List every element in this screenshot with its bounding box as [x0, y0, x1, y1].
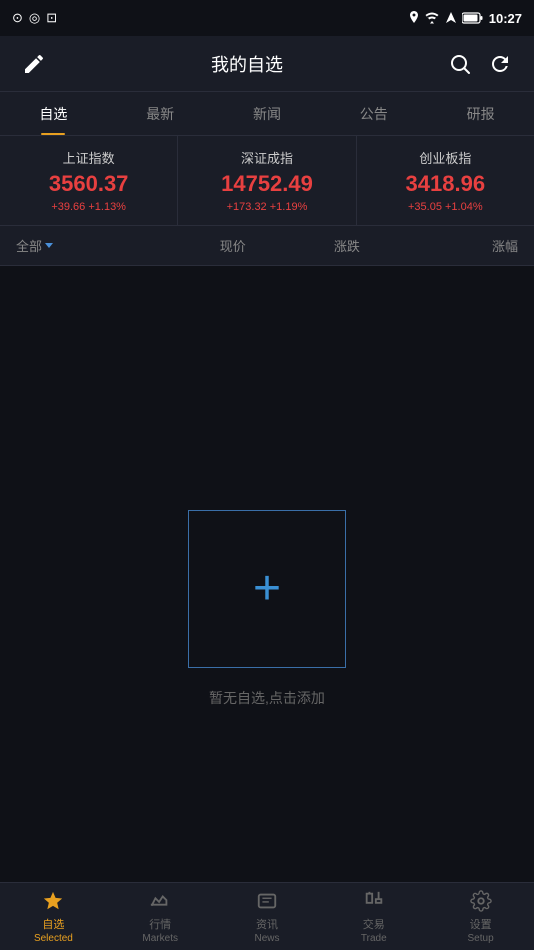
airplane-icon: [444, 11, 458, 25]
bottom-nav: 自选 Selected 行情 Markets 资讯 News: [0, 882, 534, 950]
edit-button[interactable]: [16, 46, 52, 82]
refresh-button[interactable]: [482, 46, 518, 82]
column-headers: 全部 现价 涨跌 涨幅: [0, 226, 534, 266]
status-icons: [408, 11, 484, 25]
nav-news[interactable]: 资讯 News: [214, 883, 321, 950]
col-pct[interactable]: 涨幅: [404, 236, 534, 255]
empty-text: 暂无自选,点击添加: [209, 688, 325, 708]
index-shanghai[interactable]: 上证指数 3560.37 +39.66 +1.13%: [0, 136, 178, 225]
battery-icon: [462, 12, 484, 24]
nav-markets[interactable]: 行情 Markets: [107, 883, 214, 950]
nav-trade[interactable]: 交易 Trade: [320, 883, 427, 950]
nav-markets-sublabel: Markets: [142, 933, 178, 944]
app-icon-3: ⊡: [46, 10, 57, 26]
indices-row: 上证指数 3560.37 +39.66 +1.13% 深证成指 14752.49…: [0, 136, 534, 226]
trade-icon: [363, 890, 385, 912]
nav-settings-label: 设置: [470, 916, 492, 932]
nav-zixuan-labels: 自选 Selected: [34, 916, 73, 944]
location-icon: [408, 11, 420, 25]
nav-markets-labels: 行情 Markets: [142, 916, 178, 944]
status-bar: ⊙ ◎ ⊡ 10:27: [0, 0, 534, 36]
nav-zixuan[interactable]: 自选 Selected: [0, 883, 107, 950]
empty-state: + 暂无自选,点击添加: [188, 510, 346, 708]
star-icon: [42, 890, 64, 912]
nav-tabs: 自选 最新 新闻 公告 研报: [0, 92, 534, 136]
nav-zixuan-label: 自选: [42, 916, 64, 932]
index-chuangye[interactable]: 创业板指 3418.96 +35.05 +1.04%: [357, 136, 534, 225]
main-content: + 暂无自选,点击添加: [0, 266, 534, 892]
status-right: 10:27: [408, 11, 522, 26]
index-shenzhen[interactable]: 深证成指 14752.49 +173.32 +1.19%: [178, 136, 356, 225]
tab-zuixin[interactable]: 最新: [107, 92, 214, 135]
nav-markets-label: 行情: [149, 916, 171, 932]
edit-icon: [22, 52, 46, 76]
app-icon-2: ◎: [29, 10, 40, 26]
col-change[interactable]: 涨跌: [290, 236, 404, 255]
header: 我的自选: [0, 36, 534, 92]
status-time: 10:27: [489, 11, 522, 26]
nav-settings-sublabel: Setup: [468, 933, 494, 944]
nav-settings[interactable]: 设置 Setup: [427, 883, 534, 950]
page-title: 我的自选: [52, 51, 442, 77]
nav-news-label: 资讯: [256, 916, 278, 932]
search-icon: [448, 52, 472, 76]
status-left-icons: ⊙ ◎ ⊡: [12, 10, 57, 26]
nav-trade-label: 交易: [363, 916, 385, 932]
nav-trade-sublabel: Trade: [361, 933, 387, 944]
col-price[interactable]: 现价: [176, 236, 290, 255]
nav-settings-labels: 设置 Setup: [468, 916, 494, 944]
col-all[interactable]: 全部: [0, 236, 176, 255]
tab-yanbao[interactable]: 研报: [427, 92, 534, 135]
tab-gonggao[interactable]: 公告: [320, 92, 427, 135]
news-icon: [256, 890, 278, 912]
search-button[interactable]: [442, 46, 478, 82]
nav-zixuan-sublabel: Selected: [34, 933, 73, 944]
tab-zixuan[interactable]: 自选: [0, 92, 107, 135]
plus-icon: +: [253, 565, 281, 613]
sort-arrow-icon: [45, 243, 53, 248]
wifi-icon: [424, 12, 440, 24]
refresh-icon: [488, 52, 512, 76]
nav-news-labels: 资讯 News: [254, 916, 279, 944]
add-stock-button[interactable]: +: [188, 510, 346, 668]
settings-icon: [470, 890, 492, 912]
nav-news-sublabel: News: [254, 933, 279, 944]
tab-xinwen[interactable]: 新闻: [214, 92, 321, 135]
app-icon-1: ⊙: [12, 10, 23, 26]
chart-icon: [149, 890, 171, 912]
nav-trade-labels: 交易 Trade: [361, 916, 387, 944]
